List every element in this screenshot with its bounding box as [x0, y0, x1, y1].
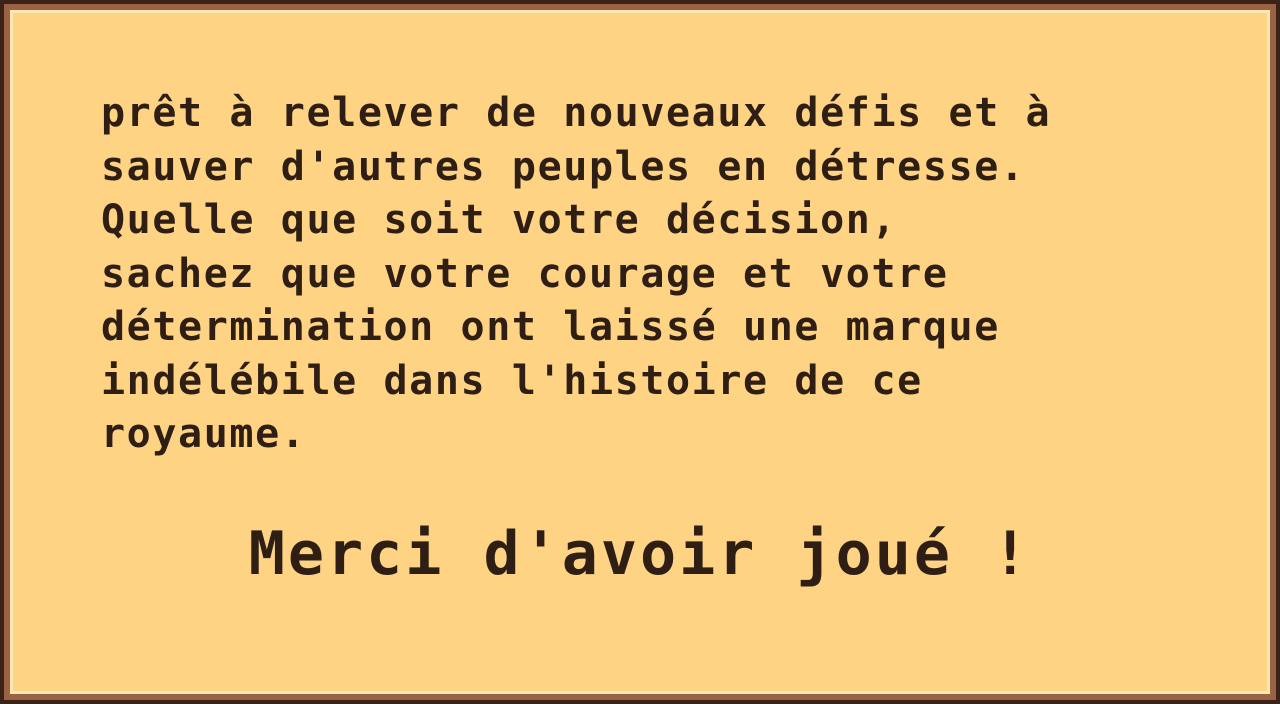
story-line-1: prêt à relever de nouveaux défis et à	[101, 90, 1052, 136]
dialog-frame-border: prêt à relever de nouveaux défis et à sa…	[4, 4, 1276, 700]
story-line-4: sachez que votre courage et votre	[101, 250, 949, 297]
ending-story-text: prêt à relever de nouveaux défis et à sa…	[101, 87, 1201, 462]
dialog-frame-highlight: prêt à relever de nouveaux défis et à sa…	[10, 10, 1270, 694]
thanks-for-playing-title: Merci d'avoir joué !	[248, 519, 1032, 589]
story-line-2: sauver d'autres peuples en détresse.	[101, 143, 1026, 190]
dialog-frame-outer: prêt à relever de nouveaux défis et à sa…	[0, 0, 1280, 704]
story-line-6: indélébile dans l'histoire de ce	[101, 357, 923, 404]
story-line-5: détermination ont laissé une marque	[101, 304, 1000, 350]
ending-dialog-panel: prêt à relever de nouveaux défis et à sa…	[13, 13, 1267, 691]
story-line-3: Quelle que soit votre décision,	[101, 197, 898, 243]
story-line-7: royaume.	[101, 411, 307, 457]
